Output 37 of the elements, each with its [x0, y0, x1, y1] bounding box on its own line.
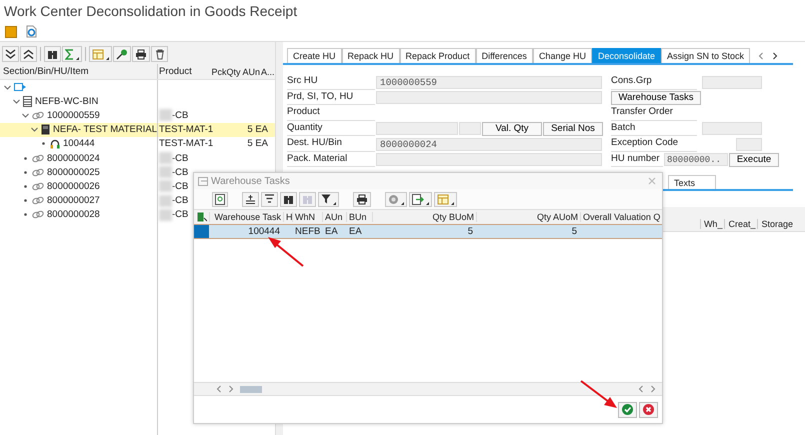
tree-item-label: 100444 — [63, 138, 95, 150]
tree-item-label: 8000000026 — [47, 180, 100, 192]
field-label: Quantity — [287, 122, 375, 136]
product-cell: -CB — [172, 152, 188, 164]
product-cell: -CB — [172, 166, 188, 178]
table-cell: 100444 — [248, 226, 280, 237]
product-cell: -CB — [172, 195, 188, 206]
product-cell: TEST-MAT-1 — [159, 138, 214, 150]
product-cell: -CB — [172, 110, 188, 121]
field-label: Prd, SI, TO, HU — [287, 90, 375, 105]
tree-item-label: NEFA- TEST MATERIAL — [53, 124, 157, 136]
table-cell: 5 — [572, 226, 577, 237]
field-label: HU number — [611, 152, 663, 167]
tree-item-label: 8000000027 — [47, 195, 100, 206]
field-label: Dest. HU/Bin — [287, 137, 375, 152]
tree-item-label: 8000000028 — [47, 209, 100, 220]
table-cell: EA — [349, 226, 362, 237]
tree-item-label: 8000000025 — [47, 166, 100, 178]
product-cell: -CB — [172, 209, 188, 220]
window-title: Work Center Deconsolidation in Goods Receipt — [4, 3, 298, 19]
tree-item-label: 1000000559 — [47, 110, 100, 121]
quantity-cell: 5 EA — [247, 124, 268, 136]
field-label: Src HU — [287, 75, 375, 90]
field-label: Product — [287, 106, 375, 120]
table-cell: NEFB — [295, 226, 320, 237]
field-label: Batch — [611, 122, 697, 136]
product-cell: TEST-MAT-1 — [159, 124, 214, 136]
table-cell: EA — [325, 226, 338, 237]
tree-item-label: 8000000024 — [47, 152, 100, 164]
field-label: Cons.Grp — [611, 75, 697, 90]
tree-item-label: NEFB-WC-BIN — [35, 96, 98, 107]
table-cell: 5 — [468, 226, 473, 237]
field-label: Exception Code — [611, 137, 697, 152]
quantity-cell: 5 EA — [247, 138, 268, 150]
product-cell: -CB — [172, 180, 188, 192]
field-label: Pack. Material — [287, 152, 375, 167]
field-label: Transfer Order — [611, 106, 697, 120]
